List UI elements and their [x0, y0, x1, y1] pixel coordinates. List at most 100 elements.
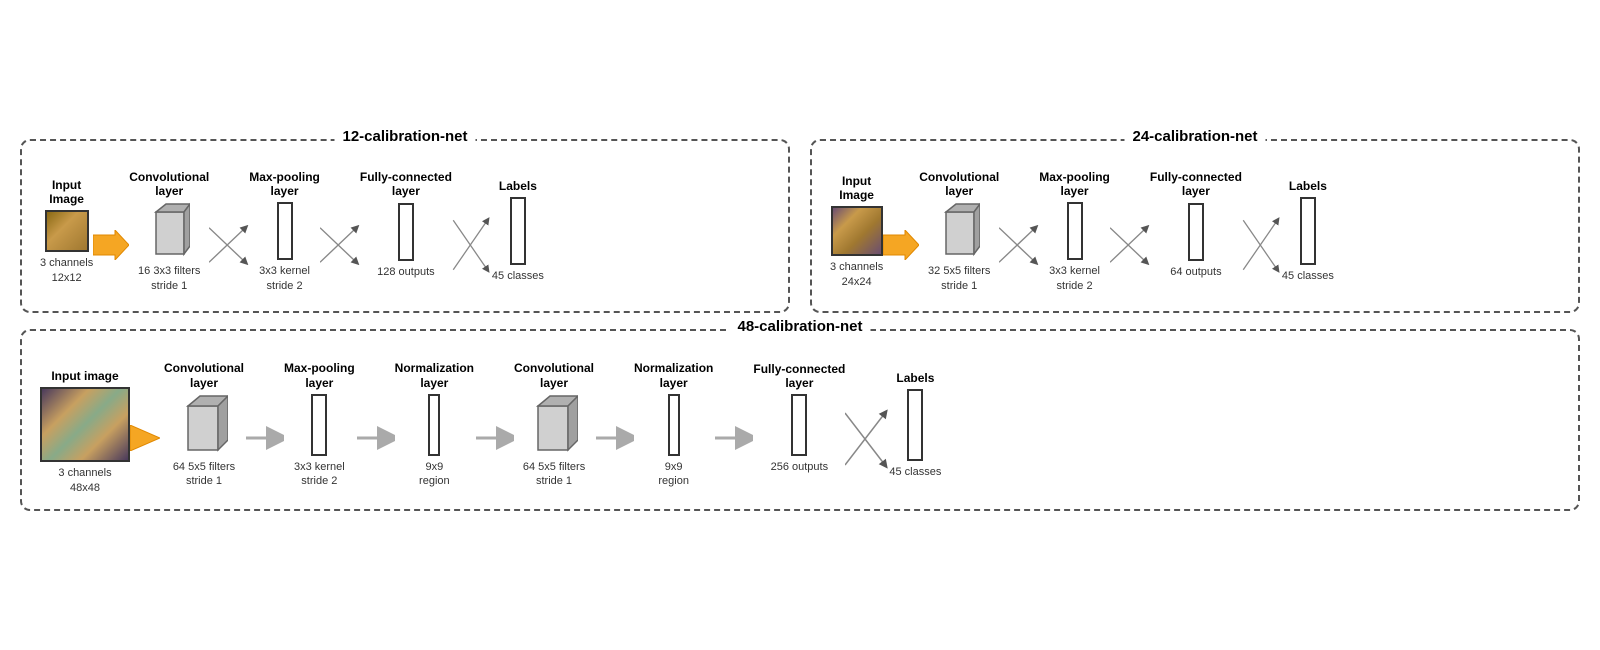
- net24-cross1: [999, 216, 1039, 274]
- net12-conv-visual: [148, 202, 190, 260]
- net12-labels-visual: [510, 197, 526, 265]
- net24-fc-visual: [1188, 203, 1204, 261]
- top-row: 12-calibration-net InputImage 3 channels…: [20, 139, 1580, 313]
- net24-title: 24-calibration-net: [1124, 128, 1265, 145]
- net48-arrow1: [130, 425, 160, 454]
- net24-pool-group: Max-poolinglayer 3x3 kernel stride 2: [1039, 170, 1110, 293]
- net12-pool-sublabel: 3x3 kernel stride 2: [259, 264, 310, 293]
- main-container: 12-calibration-net InputImage 3 channels…: [20, 139, 1580, 511]
- net24-fc-sublabel: 64 outputs: [1170, 265, 1221, 293]
- net48-pool-visual: [311, 394, 327, 456]
- net12-fc-group: Fully-connectedlayer 128 outputs: [360, 170, 452, 293]
- net24-fc-group: Fully-connectedlayer 64 outputs: [1150, 170, 1242, 293]
- net24-conv-group: Convolutionallayer 32 5x5 filters stride…: [919, 170, 999, 293]
- net48-sarrow1: [244, 426, 284, 453]
- net24-pool-sublabel: 3x3 kernel stride 2: [1049, 264, 1100, 293]
- net48-pool-rect: [311, 394, 327, 456]
- net48-pool-label: Max-poolinglayer: [284, 361, 355, 390]
- net24-labels-label: Labels: [1289, 165, 1327, 193]
- net48-input-visual: [40, 387, 130, 462]
- net24-cross3: [1242, 216, 1282, 274]
- net12-input-visual: [45, 210, 89, 252]
- net24-labels-visual: [1300, 197, 1316, 265]
- net12-labels-group: Labels 45 classes: [492, 165, 544, 297]
- net48-conv1-group: Convolutionallayer 64 5x5 filters stride…: [164, 361, 244, 488]
- net24-conv-sublabel: 32 5x5 filters stride 1: [928, 264, 990, 293]
- net24-input-sublabel: 3 channels 24x24: [830, 260, 883, 289]
- net48-norm2-visual: [668, 394, 680, 456]
- net48-sarrow5: [713, 426, 753, 453]
- net48-input-label: Input image: [51, 355, 118, 383]
- net12-conv-group: Convolutionallayer 16 3x3 filters stride…: [129, 170, 209, 293]
- net24-fc-label: Fully-connectedlayer: [1150, 170, 1242, 199]
- net12-conv-label: Convolutionallayer: [129, 170, 209, 199]
- net12-fc-visual: [398, 203, 414, 261]
- net48-labels-group: Labels 45 classes: [889, 357, 941, 493]
- net48-norm2-group: Normalizationlayer 9x9 region: [634, 361, 713, 488]
- net48-conv2-sublabel: 64 5x5 filters stride 1: [523, 460, 585, 489]
- net12-pool-group: Max-poolinglayer 3x3 kernel stride 2: [249, 170, 320, 293]
- net24-labels-sublabel: 45 classes: [1282, 269, 1334, 297]
- net12-diagram: InputImage 3 channels 12x12: [40, 165, 770, 297]
- net12-cross3: [452, 216, 492, 274]
- net48-sarrow2: [355, 426, 395, 453]
- net12-fc-label: Fully-connectedlayer: [360, 170, 452, 199]
- net48-fc-sublabel: 256 outputs: [771, 460, 829, 488]
- net48-norm2-label: Normalizationlayer: [634, 361, 713, 390]
- net48-fc-label: Fully-connectedlayer: [753, 362, 845, 391]
- net48-labels-visual: [907, 389, 923, 461]
- net48-input-sublabel: 3 channels 48x48: [58, 466, 111, 495]
- net48-pool-group: Max-poolinglayer 3x3 kernel stride 2: [284, 361, 355, 488]
- net48-sarrow3: [474, 426, 514, 453]
- net48-cross1: [845, 408, 889, 470]
- net12-box: 12-calibration-net InputImage 3 channels…: [20, 139, 790, 313]
- net12-conv-sublabel: 16 3x3 filters stride 1: [138, 264, 200, 293]
- net12-input-sublabel: 3 channels 12x12: [40, 256, 93, 285]
- net48-fc-visual: [791, 394, 807, 456]
- net24-pool-visual: [1067, 202, 1083, 260]
- net24-input-visual: [831, 206, 883, 256]
- net24-conv-visual: [938, 202, 980, 260]
- net12-cross2: [320, 216, 360, 274]
- net48-norm1-rect: [428, 394, 440, 456]
- net48-norm1-sublabel: 9x9 region: [419, 460, 450, 489]
- net24-pool-label: Max-poolinglayer: [1039, 170, 1110, 199]
- net12-pool-rect: [277, 202, 293, 260]
- net48-conv1-sublabel: 64 5x5 filters stride 1: [173, 460, 235, 489]
- net48-labels-label: Labels: [896, 357, 934, 385]
- net12-fc-rect: [398, 203, 414, 261]
- net48-diagram: Input image 3 channels 48x48: [40, 355, 1560, 495]
- net24-input-group: InputImage 3 channels 24x24: [830, 174, 883, 289]
- net24-arrow1: [883, 230, 919, 260]
- net12-input-group: InputImage 3 channels 12x12: [40, 178, 93, 285]
- net12-pool-label: Max-poolinglayer: [249, 170, 320, 199]
- bottom-row: 48-calibration-net Input image 3 channel…: [20, 329, 1580, 511]
- net12-labels-label: Labels: [499, 165, 537, 193]
- net48-norm1-label: Normalizationlayer: [395, 361, 474, 390]
- net12-labels-sublabel: 45 classes: [492, 269, 544, 297]
- net48-box: 48-calibration-net Input image 3 channel…: [20, 329, 1580, 511]
- net24-labels-group: Labels 45 classes: [1282, 165, 1334, 297]
- net48-conv1-visual: [180, 394, 228, 456]
- net12-labels-rect: [510, 197, 526, 265]
- net48-sarrow4: [594, 426, 634, 453]
- net24-diagram: InputImage 3 channels 24x24: [830, 165, 1560, 297]
- net24-fc-rect: [1188, 203, 1204, 261]
- net48-conv2-visual: [530, 394, 578, 456]
- net48-conv2-label: Convolutionallayer: [514, 361, 594, 390]
- net48-conv1-label: Convolutionallayer: [164, 361, 244, 390]
- net24-input-label: InputImage: [839, 174, 874, 203]
- net24-box: 24-calibration-net InputImage 3 channels…: [810, 139, 1580, 313]
- net12-title: 12-calibration-net: [334, 128, 475, 145]
- net48-title: 48-calibration-net: [729, 318, 870, 335]
- net12-pool-visual: [277, 202, 293, 260]
- net12-input-label: InputImage: [49, 178, 84, 207]
- net48-fc-group: Fully-connectedlayer 256 outputs: [753, 362, 845, 489]
- net48-pool-sublabel: 3x3 kernel stride 2: [294, 460, 345, 489]
- net24-cross2: [1110, 216, 1150, 274]
- net24-pool-rect: [1067, 202, 1083, 260]
- net12-input-img: [45, 210, 89, 252]
- net48-norm2-sublabel: 9x9 region: [658, 460, 689, 489]
- net12-cross1: [209, 216, 249, 274]
- net48-norm1-group: Normalizationlayer 9x9 region: [395, 361, 474, 488]
